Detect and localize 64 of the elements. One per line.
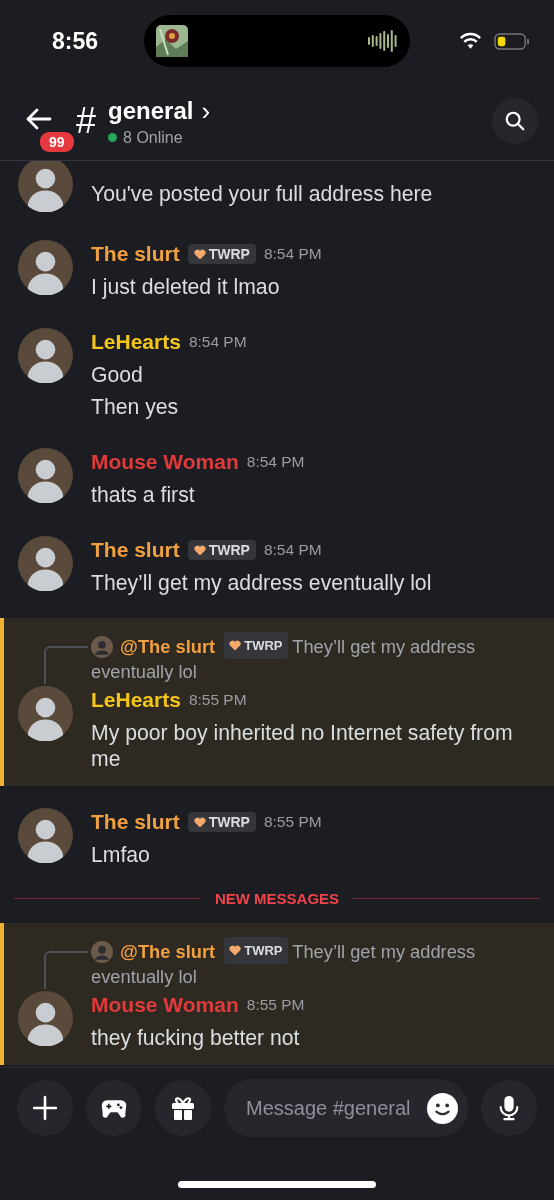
search-icon	[504, 110, 526, 132]
unread-badge: 99	[38, 130, 76, 154]
heart-icon	[193, 248, 206, 260]
reply-connector	[44, 646, 88, 684]
avatar	[91, 941, 113, 963]
username[interactable]: LeHearts	[91, 330, 181, 354]
message-text: My poor boy inherited no Internet safety from me	[91, 720, 514, 772]
plus-icon	[32, 1095, 58, 1121]
timestamp: 8:54 PM	[246, 453, 305, 471]
message-text: Good	[91, 362, 144, 388]
username[interactable]: Mouse Woman	[91, 450, 239, 474]
message-bar[interactable]: Message #general	[224, 1079, 468, 1137]
avatar	[91, 636, 113, 658]
reply-preview[interactable]: @The slurt TWRP They’ll get my address eventually lol	[91, 632, 554, 684]
avatar[interactable]	[18, 240, 73, 295]
username[interactable]: The slurt	[91, 538, 180, 562]
reply-connector	[44, 951, 88, 989]
back-arrow-icon	[24, 107, 52, 131]
heart-icon	[193, 544, 206, 556]
timestamp: 8:54 PM	[263, 541, 322, 559]
channel-title[interactable]: general	[108, 97, 194, 125]
online-dot-icon	[108, 133, 118, 142]
channel-hash: #	[76, 100, 97, 142]
new-messages-divider: NEW MESSAGES	[214, 890, 340, 907]
role-tag: TWRP	[187, 540, 256, 560]
chevron-icon[interactable]: ›	[201, 95, 211, 127]
role-tag: TWRP	[187, 244, 256, 264]
waveform-icon	[368, 29, 398, 53]
role-tag: TWRP	[187, 812, 256, 832]
avatar[interactable]	[18, 328, 73, 383]
timestamp: 8:54 PM	[188, 333, 247, 351]
username[interactable]: The slurt	[91, 810, 180, 834]
emoji-icon[interactable]	[427, 1092, 458, 1124]
online-count: 8 Online	[123, 128, 183, 147]
message-text: they fucking better not	[91, 1025, 301, 1051]
message-field[interactable]: Message #general	[244, 1095, 427, 1121]
gift-icon	[170, 1095, 196, 1121]
message-text: I just deleted it lmao	[91, 274, 281, 300]
heart-icon	[229, 640, 242, 651]
message-text: You've posted your full address here	[91, 181, 434, 207]
timestamp: 8:55 PM	[263, 813, 322, 831]
avatar[interactable]	[18, 991, 73, 1046]
status-time: 8:56	[52, 27, 100, 55]
timestamp: 8:55 PM	[188, 691, 247, 709]
message-text: Lmfao	[91, 842, 151, 868]
timestamp: 8:54 PM	[263, 245, 322, 263]
timestamp: 8:55 PM	[246, 996, 305, 1014]
username[interactable]: LeHearts	[91, 688, 181, 712]
back-button[interactable]	[24, 106, 54, 132]
username[interactable]: The slurt	[91, 242, 180, 266]
wifi-icon	[459, 32, 482, 50]
message-text: thats a first	[91, 482, 196, 508]
avatar[interactable]	[18, 536, 73, 591]
message-text: Then yes	[91, 394, 180, 420]
search-button[interactable]	[492, 98, 538, 144]
heart-icon	[229, 945, 242, 956]
reply-preview[interactable]: @The slurt TWRP They’ll get my address eventually lol	[91, 937, 554, 989]
message-text: They’ll get my address eventually lol	[91, 570, 433, 596]
avatar[interactable]	[18, 686, 73, 741]
avatar[interactable]	[18, 448, 73, 503]
avatar[interactable]	[18, 808, 73, 863]
avatar[interactable]	[18, 161, 73, 212]
heart-icon	[193, 816, 206, 828]
battery-icon	[494, 32, 530, 50]
